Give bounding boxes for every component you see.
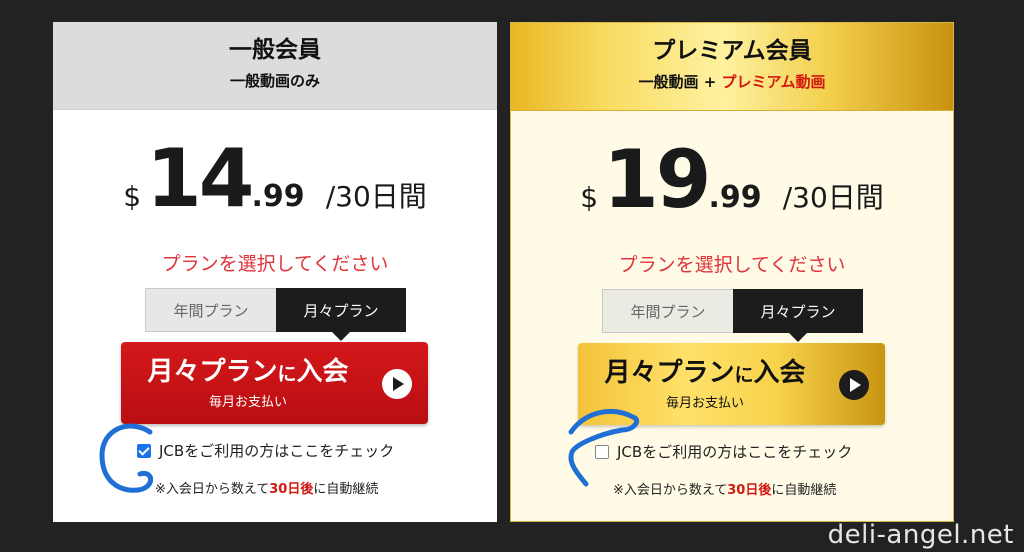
jcb-checkbox-row[interactable]: JCBをご利用の方はここをチェック	[137, 440, 394, 461]
plan-toggle: 年間プラン 月々プラン	[602, 289, 863, 342]
plan-toggle: 年間プラン 月々プラン	[145, 288, 406, 341]
subtitle-premium: プレミアム動画	[721, 73, 826, 91]
jcb-checkbox-row[interactable]: JCBをご利用の方はここをチェック	[595, 441, 852, 462]
price-period: /30日間	[782, 181, 884, 214]
price-currency: $	[123, 180, 142, 213]
tab-monthly-plan[interactable]: 月々プラン	[276, 288, 406, 341]
note-prefix: ※入会日から数えて	[613, 483, 728, 498]
join-label-end: 入会	[296, 357, 349, 387]
auto-renew-note: ※入会日から数えて30日後に自動継続	[155, 478, 378, 497]
plan-card-premium: プレミアム会員 一般動画 + プレミアム動画 $ 19.99 /30日間 プラン…	[510, 22, 954, 522]
choose-plan-prompt: プランを選択してください	[161, 253, 389, 275]
tab-monthly-plan[interactable]: 月々プラン	[733, 289, 863, 342]
jcb-checkbox[interactable]	[137, 443, 151, 458]
price-currency: $	[580, 181, 599, 214]
price-integer: 14	[146, 132, 254, 225]
join-button-sublabel: 毎月お支払い	[665, 396, 744, 411]
watermark: deli-angel.net	[827, 520, 1014, 550]
plan-price: $ 19.99 /30日間	[511, 135, 953, 225]
join-monthly-button[interactable]: 月々プランに入会 毎月お支払い	[578, 343, 885, 425]
plan-title: プレミアム会員	[652, 38, 812, 64]
plan-price: $ 14.99 /30日間	[53, 134, 497, 224]
join-monthly-button[interactable]: 月々プランに入会 毎月お支払い	[121, 342, 428, 424]
join-label-main: 月々プラン	[147, 357, 278, 387]
price-decimal: .99	[708, 180, 762, 215]
note-highlight: 30日後	[727, 483, 772, 498]
price-integer: 19	[603, 133, 711, 226]
join-button-sublabel: 毎月お支払い	[208, 395, 287, 410]
plan-subtitle: 一般動画 + プレミアム動画	[511, 72, 953, 92]
choose-plan-prompt: プランを選択してください	[618, 254, 846, 276]
join-label-main: 月々プラン	[604, 358, 735, 388]
jcb-label: JCBをご利用の方はここをチェック	[159, 442, 395, 460]
plan-card-general: 一般会員 一般動画のみ $ 14.99 /30日間 プランを選択してください 年…	[53, 22, 497, 522]
plan-title: 一般会員	[229, 37, 321, 63]
play-icon	[839, 370, 869, 400]
tab-yearly-plan[interactable]: 年間プラン	[602, 289, 733, 333]
price-decimal: .99	[251, 179, 305, 214]
note-prefix: ※入会日から数えて	[155, 482, 270, 497]
plan-header-general: 一般会員 一般動画のみ	[53, 22, 497, 110]
join-label-particle: に	[734, 364, 754, 386]
play-icon	[382, 369, 412, 399]
price-period: /30日間	[325, 180, 427, 213]
join-button-label: 月々プランに入会	[578, 357, 832, 391]
note-highlight: 30日後	[269, 482, 314, 497]
auto-renew-note: ※入会日から数えて30日後に自動継続	[613, 479, 836, 498]
tab-yearly-plan[interactable]: 年間プラン	[145, 288, 276, 332]
note-suffix: に自動継続	[313, 482, 379, 497]
plan-subtitle: 一般動画のみ	[229, 72, 320, 90]
note-suffix: に自動継続	[771, 483, 837, 498]
subtitle-general: 一般動画 +	[638, 73, 722, 91]
join-label-end: 入会	[753, 358, 806, 388]
join-label-particle: に	[277, 363, 297, 385]
jcb-label: JCBをご利用の方はここをチェック	[617, 443, 853, 461]
plan-header-premium: プレミアム会員 一般動画 + プレミアム動画	[511, 23, 953, 111]
join-button-label: 月々プランに入会	[121, 356, 375, 390]
jcb-checkbox[interactable]	[595, 444, 609, 459]
